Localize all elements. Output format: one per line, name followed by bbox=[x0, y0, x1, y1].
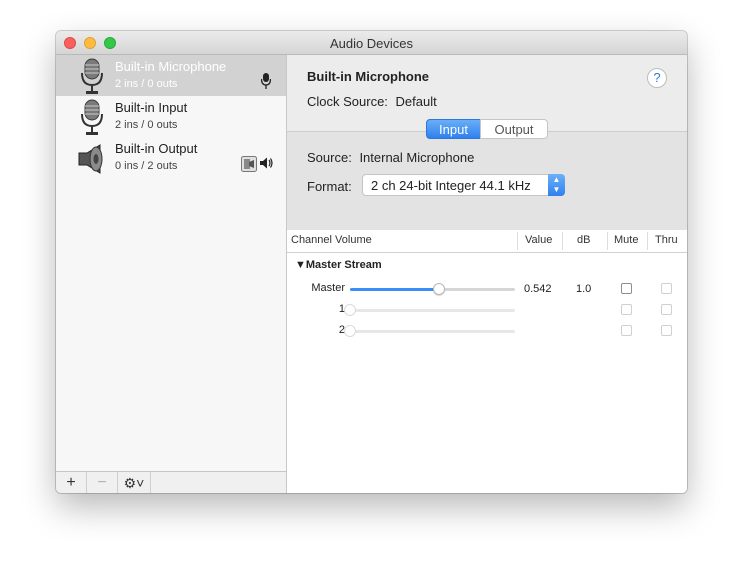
clock-source-value[interactable]: Default bbox=[396, 94, 437, 109]
column-channel-volume[interactable]: Channel Volume bbox=[291, 234, 372, 246]
device-channels: 2 ins / 0 outs bbox=[115, 119, 178, 131]
channel-label: Master bbox=[311, 282, 345, 294]
device-title: Built-in Microphone bbox=[307, 69, 430, 84]
title-bar: Audio Devices bbox=[56, 31, 687, 55]
format-select[interactable]: 2 ch 24-bit Integer 44.1 kHz ▲ ▼ bbox=[362, 174, 565, 196]
chevron-updown-icon: ▲ ▼ bbox=[548, 174, 565, 196]
audio-devices-window: Audio Devices Built-in Microphone 2 ins … bbox=[56, 31, 687, 493]
help-button[interactable]: ? bbox=[647, 68, 667, 88]
format-label: Format: bbox=[307, 179, 352, 194]
device-list: Built-in Microphone 2 ins / 0 outs Built… bbox=[56, 55, 287, 471]
microphone-icon bbox=[81, 99, 103, 135]
clock-source-label: Clock Source: bbox=[307, 94, 388, 109]
remove-device-button[interactable]: − bbox=[87, 472, 118, 493]
mute-checkbox[interactable] bbox=[621, 304, 632, 315]
value-cell: 0.542 bbox=[524, 283, 552, 295]
device-item-built-in-output[interactable]: Built-in Output 0 ins / 2 outs bbox=[56, 137, 286, 178]
table-row: 1 bbox=[287, 299, 687, 320]
device-channels: 2 ins / 0 outs bbox=[115, 78, 178, 90]
slider-fill bbox=[350, 288, 440, 291]
thru-checkbox[interactable] bbox=[661, 325, 672, 336]
finder-speaker-badge-icon bbox=[241, 156, 257, 172]
thru-checkbox[interactable] bbox=[661, 283, 672, 294]
mute-checkbox[interactable] bbox=[621, 283, 632, 294]
column-value[interactable]: Value bbox=[525, 234, 552, 246]
gear-menu-button[interactable]: ⚙˅ bbox=[118, 472, 151, 493]
mic-badge-icon bbox=[261, 73, 271, 89]
device-detail-pane: Built-in Microphone Clock Source: Defaul… bbox=[287, 55, 687, 493]
source-row: Source: Internal Microphone bbox=[307, 150, 474, 165]
speaker-badge-icon bbox=[260, 157, 273, 169]
device-list-toolbar: + − ⚙˅ bbox=[56, 471, 287, 493]
clock-source: Clock Source: Default bbox=[307, 94, 437, 109]
tab-input[interactable]: Input bbox=[426, 119, 481, 139]
master-stream-group[interactable]: ▼Master Stream bbox=[295, 259, 382, 271]
column-thru[interactable]: Thru bbox=[655, 234, 678, 246]
volume-slider[interactable] bbox=[350, 283, 515, 295]
column-db[interactable]: dB bbox=[577, 234, 590, 246]
slider-knob[interactable] bbox=[344, 325, 356, 337]
channel-volume-table: Channel Volume Value dB Mute Thru ▼Maste… bbox=[287, 230, 687, 493]
db-cell: 1.0 bbox=[576, 283, 592, 295]
source-value: Internal Microphone bbox=[359, 150, 475, 165]
table-row: 2 bbox=[287, 320, 687, 341]
device-name: Built-in Input bbox=[115, 100, 188, 115]
microphone-icon bbox=[81, 58, 103, 94]
device-item-built-in-input[interactable]: Built-in Input 2 ins / 0 outs bbox=[56, 96, 286, 137]
column-mute[interactable]: Mute bbox=[614, 234, 638, 246]
table-header: Channel Volume Value dB Mute Thru bbox=[287, 230, 687, 253]
mute-checkbox[interactable] bbox=[621, 325, 632, 336]
device-channels: 0 ins / 2 outs bbox=[115, 160, 178, 172]
window-title: Audio Devices bbox=[329, 36, 414, 51]
volume-slider[interactable] bbox=[344, 304, 515, 316]
source-label: Source: bbox=[307, 150, 352, 165]
slider-knob[interactable] bbox=[344, 304, 356, 316]
device-name: Built-in Output bbox=[115, 141, 198, 156]
thru-checkbox[interactable] bbox=[661, 304, 672, 315]
slider-knob[interactable] bbox=[433, 283, 446, 295]
device-name: Built-in Microphone bbox=[115, 59, 227, 74]
device-item-built-in-microphone[interactable]: Built-in Microphone 2 ins / 0 outs bbox=[56, 55, 286, 96]
add-device-button[interactable]: + bbox=[56, 472, 87, 493]
table-row: Master 0.542 1.0 bbox=[287, 278, 687, 299]
tab-output[interactable]: Output bbox=[480, 119, 548, 139]
volume-slider[interactable] bbox=[344, 325, 515, 337]
speaker-icon bbox=[78, 144, 103, 174]
format-value: 2 ch 24-bit Integer 44.1 kHz bbox=[371, 178, 531, 193]
